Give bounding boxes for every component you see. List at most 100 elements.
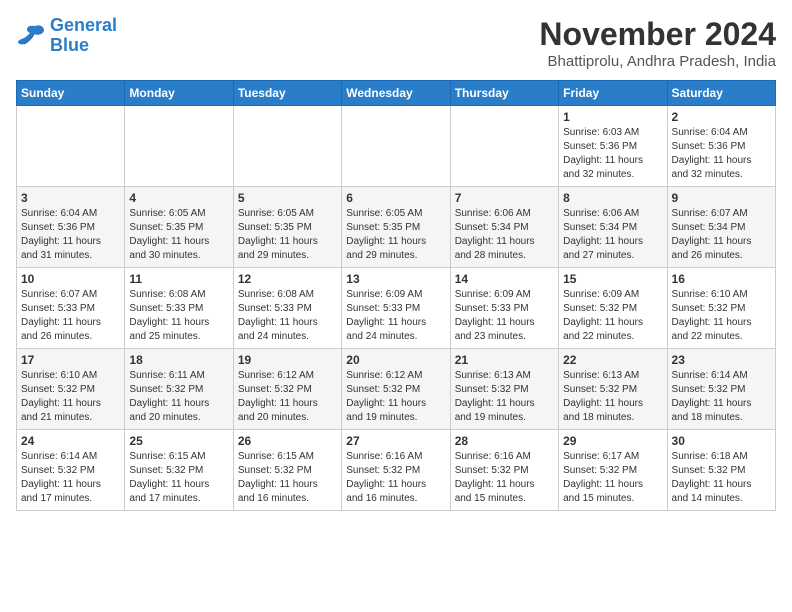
day-number: 25 (129, 434, 228, 448)
week-row-2: 3 Sunrise: 6:04 AM Sunset: 5:36 PM Daylig… (17, 187, 776, 268)
header-day-thursday: Thursday (450, 81, 558, 106)
day-info: Sunrise: 6:08 AM Sunset: 5:33 PM Dayligh… (238, 288, 337, 344)
calendar-cell: 6Sunrise: 6:05 AM Sunset: 5:35 PM Daylig… (342, 187, 450, 268)
calendar-cell: 23 Sunrise: 6:14 AM Sunset: 5:32 PM Dayli… (667, 349, 775, 430)
calendar-cell: 10Sunrise: 6:07 AM Sunset: 5:33 PM Dayli… (17, 268, 125, 349)
day-number: 3 (21, 191, 120, 205)
day-number: 12 (238, 272, 337, 286)
day-number: 28 (455, 434, 554, 448)
day-info: Sunrise: 6:03 AM Sunset: 5:36 PM Dayligh… (563, 126, 662, 182)
calendar-cell: 14 Sunrise: 6:09 AM Sunset: 5:33 PM Dayli… (450, 268, 558, 349)
calendar-cell: 11 Sunrise: 6:08 AM Sunset: 5:33 PM Dayli… (125, 268, 233, 349)
day-info: Sunrise: 6:10 AM Sunset: 5:32 PM Dayligh… (21, 369, 120, 425)
day-number: 27 (346, 434, 445, 448)
header-day-sunday: Sunday (17, 81, 125, 106)
logo-text: General Blue (50, 16, 117, 56)
header-day-friday: Friday (559, 81, 667, 106)
calendar-cell: 20Sunrise: 6:12 AM Sunset: 5:32 PM Dayli… (342, 349, 450, 430)
calendar-table: SundayMondayTuesdayWednesdayThursdayFrid… (16, 80, 776, 511)
calendar-cell: 2 Sunrise: 6:04 AM Sunset: 5:36 PM Daylig… (667, 106, 775, 187)
calendar-cell: 22 Sunrise: 6:13 AM Sunset: 5:32 PM Dayli… (559, 349, 667, 430)
day-info: Sunrise: 6:08 AM Sunset: 5:33 PM Dayligh… (129, 288, 228, 344)
page-header: General Blue November 2024 Bhattiprolu, … (16, 16, 776, 70)
day-info: Sunrise: 6:07 AM Sunset: 5:33 PM Dayligh… (21, 288, 120, 344)
calendar-cell: 18Sunrise: 6:11 AM Sunset: 5:32 PM Dayli… (125, 349, 233, 430)
day-number: 1 (563, 110, 662, 124)
day-number: 29 (563, 434, 662, 448)
day-number: 11 (129, 272, 228, 286)
day-info: Sunrise: 6:16 AM Sunset: 5:32 PM Dayligh… (455, 450, 554, 506)
calendar-cell: 1 Sunrise: 6:03 AM Sunset: 5:36 PM Daylig… (559, 106, 667, 187)
day-info: Sunrise: 6:09 AM Sunset: 5:33 PM Dayligh… (455, 288, 554, 344)
day-info: Sunrise: 6:04 AM Sunset: 5:36 PM Dayligh… (672, 126, 771, 182)
calendar-cell (450, 106, 558, 187)
day-number: 21 (455, 353, 554, 367)
week-row-4: 17 Sunrise: 6:10 AM Sunset: 5:32 PM Dayli… (17, 349, 776, 430)
calendar-subtitle: Bhattiprolu, Andhra Pradesh, India (539, 53, 776, 70)
calendar-cell: 29 Sunrise: 6:17 AM Sunset: 5:32 PM Dayli… (559, 430, 667, 511)
day-info: Sunrise: 6:13 AM Sunset: 5:32 PM Dayligh… (455, 369, 554, 425)
calendar-cell: 19Sunrise: 6:12 AM Sunset: 5:32 PM Dayli… (233, 349, 341, 430)
day-number: 5 (238, 191, 337, 205)
day-info: Sunrise: 6:07 AM Sunset: 5:34 PM Dayligh… (672, 207, 771, 263)
day-info: Sunrise: 6:14 AM Sunset: 5:32 PM Dayligh… (672, 369, 771, 425)
header-row: SundayMondayTuesdayWednesdayThursdayFrid… (17, 81, 776, 106)
day-info: Sunrise: 6:12 AM Sunset: 5:32 PM Dayligh… (346, 369, 445, 425)
day-info: Sunrise: 6:04 AM Sunset: 5:36 PM Dayligh… (21, 207, 120, 263)
day-info: Sunrise: 6:09 AM Sunset: 5:33 PM Dayligh… (346, 288, 445, 344)
calendar-cell: 26 Sunrise: 6:15 AM Sunset: 5:32 PM Dayli… (233, 430, 341, 511)
day-info: Sunrise: 6:15 AM Sunset: 5:32 PM Dayligh… (129, 450, 228, 506)
day-number: 2 (672, 110, 771, 124)
day-number: 22 (563, 353, 662, 367)
day-info: Sunrise: 6:13 AM Sunset: 5:32 PM Dayligh… (563, 369, 662, 425)
day-info: Sunrise: 6:12 AM Sunset: 5:32 PM Dayligh… (238, 369, 337, 425)
calendar-cell: 25 Sunrise: 6:15 AM Sunset: 5:32 PM Dayli… (125, 430, 233, 511)
calendar-cell: 24Sunrise: 6:14 AM Sunset: 5:32 PM Dayli… (17, 430, 125, 511)
title-block: November 2024 Bhattiprolu, Andhra Prades… (539, 16, 776, 70)
calendar-cell: 27Sunrise: 6:16 AM Sunset: 5:32 PM Dayli… (342, 430, 450, 511)
header-day-tuesday: Tuesday (233, 81, 341, 106)
day-number: 16 (672, 272, 771, 286)
day-number: 4 (129, 191, 228, 205)
day-info: Sunrise: 6:05 AM Sunset: 5:35 PM Dayligh… (346, 207, 445, 263)
calendar-cell: 15Sunrise: 6:09 AM Sunset: 5:32 PM Dayli… (559, 268, 667, 349)
calendar-cell: 7Sunrise: 6:06 AM Sunset: 5:34 PM Daylig… (450, 187, 558, 268)
calendar-cell: 5 Sunrise: 6:05 AM Sunset: 5:35 PM Daylig… (233, 187, 341, 268)
logo-icon (16, 24, 46, 48)
calendar-cell: 3 Sunrise: 6:04 AM Sunset: 5:36 PM Daylig… (17, 187, 125, 268)
day-info: Sunrise: 6:17 AM Sunset: 5:32 PM Dayligh… (563, 450, 662, 506)
day-number: 9 (672, 191, 771, 205)
day-number: 14 (455, 272, 554, 286)
calendar-cell (17, 106, 125, 187)
day-number: 23 (672, 353, 771, 367)
day-number: 8 (563, 191, 662, 205)
calendar-cell: 30Sunrise: 6:18 AM Sunset: 5:32 PM Dayli… (667, 430, 775, 511)
header-day-saturday: Saturday (667, 81, 775, 106)
day-info: Sunrise: 6:05 AM Sunset: 5:35 PM Dayligh… (129, 207, 228, 263)
week-row-1: 1 Sunrise: 6:03 AM Sunset: 5:36 PM Daylig… (17, 106, 776, 187)
day-info: Sunrise: 6:14 AM Sunset: 5:32 PM Dayligh… (21, 450, 120, 506)
calendar-cell: 21 Sunrise: 6:13 AM Sunset: 5:32 PM Dayli… (450, 349, 558, 430)
header-day-monday: Monday (125, 81, 233, 106)
day-info: Sunrise: 6:15 AM Sunset: 5:32 PM Dayligh… (238, 450, 337, 506)
day-number: 17 (21, 353, 120, 367)
calendar-cell: 12 Sunrise: 6:08 AM Sunset: 5:33 PM Dayli… (233, 268, 341, 349)
day-info: Sunrise: 6:11 AM Sunset: 5:32 PM Dayligh… (129, 369, 228, 425)
calendar-cell (125, 106, 233, 187)
calendar-cell: 9 Sunrise: 6:07 AM Sunset: 5:34 PM Daylig… (667, 187, 775, 268)
day-info: Sunrise: 6:10 AM Sunset: 5:32 PM Dayligh… (672, 288, 771, 344)
day-info: Sunrise: 6:05 AM Sunset: 5:35 PM Dayligh… (238, 207, 337, 263)
calendar-cell: 4 Sunrise: 6:05 AM Sunset: 5:35 PM Daylig… (125, 187, 233, 268)
calendar-cell: 8Sunrise: 6:06 AM Sunset: 5:34 PM Daylig… (559, 187, 667, 268)
calendar-cell (342, 106, 450, 187)
day-info: Sunrise: 6:18 AM Sunset: 5:32 PM Dayligh… (672, 450, 771, 506)
day-number: 26 (238, 434, 337, 448)
logo: General Blue (16, 16, 117, 56)
day-info: Sunrise: 6:09 AM Sunset: 5:32 PM Dayligh… (563, 288, 662, 344)
day-number: 13 (346, 272, 445, 286)
day-number: 7 (455, 191, 554, 205)
calendar-cell: 16 Sunrise: 6:10 AM Sunset: 5:32 PM Dayli… (667, 268, 775, 349)
calendar-cell: 13 Sunrise: 6:09 AM Sunset: 5:33 PM Dayli… (342, 268, 450, 349)
calendar-cell: 28 Sunrise: 6:16 AM Sunset: 5:32 PM Dayli… (450, 430, 558, 511)
calendar-title: November 2024 (539, 16, 776, 53)
